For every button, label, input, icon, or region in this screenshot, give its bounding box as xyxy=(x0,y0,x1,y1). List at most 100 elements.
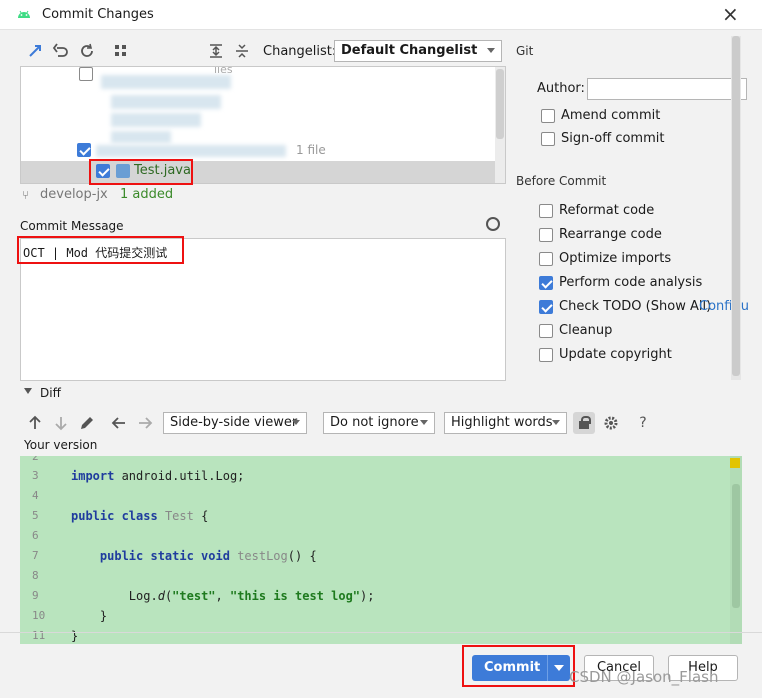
check-todo-checkbox[interactable] xyxy=(539,300,553,314)
sign-off-commit-label[interactable]: Sign-off commit xyxy=(561,131,664,146)
editor-scroll-thumb[interactable] xyxy=(732,484,740,608)
rearrange-code-checkbox[interactable] xyxy=(539,228,553,242)
configure-link[interactable]: Configu xyxy=(699,299,749,314)
line-number: 10 xyxy=(32,609,46,622)
highlight-box xyxy=(462,645,575,687)
optimize-imports-label[interactable]: Optimize imports xyxy=(559,251,671,266)
sign-off-commit-checkbox[interactable] xyxy=(541,132,555,146)
refresh-icon[interactable] xyxy=(78,42,96,60)
check-todo-label[interactable]: Check TODO (Show All) xyxy=(559,299,711,314)
viewer-value: Side-by-side viewer xyxy=(170,415,298,430)
help-icon[interactable]: ? xyxy=(634,414,652,432)
expand-all-icon[interactable] xyxy=(207,42,225,60)
added-count[interactable]: 1 added xyxy=(120,187,173,202)
blurred-item xyxy=(111,95,221,109)
arrow-right-icon[interactable] xyxy=(136,414,154,432)
line-number: 7 xyxy=(32,549,39,562)
chevron-down-icon xyxy=(420,420,428,425)
lock-icon[interactable] xyxy=(573,412,595,434)
group-checkbox[interactable] xyxy=(77,143,91,157)
highlight-select[interactable]: Highlight words xyxy=(444,412,567,434)
arrow-up-icon[interactable] xyxy=(26,414,44,432)
cleanup-checkbox[interactable] xyxy=(539,324,553,338)
editor-scrollbar[interactable] xyxy=(730,456,742,644)
line-number: 9 xyxy=(32,589,39,602)
line-number: 6 xyxy=(32,529,39,542)
code-line: import android.util.Log; xyxy=(71,469,245,483)
watermark: CSDN @Jason_Flash xyxy=(569,668,719,686)
viewer-select[interactable]: Side-by-side viewer xyxy=(163,412,307,434)
cleanup-label[interactable]: Cleanup xyxy=(559,323,612,338)
expand-icon[interactable] xyxy=(26,42,44,60)
branch-name: develop-jx xyxy=(40,187,108,202)
tree-scroll-thumb[interactable] xyxy=(496,69,504,139)
reformat-code-label[interactable]: Reformat code xyxy=(559,203,654,218)
changelist-select[interactable]: Default Changelist xyxy=(334,40,502,62)
reformat-code-checkbox[interactable] xyxy=(539,204,553,218)
your-version-label: Your version xyxy=(24,438,98,452)
code-line: } xyxy=(71,609,108,623)
rearrange-code-label[interactable]: Rearrange code xyxy=(559,227,662,242)
update-copyright-checkbox[interactable] xyxy=(539,348,553,362)
history-icon[interactable] xyxy=(486,217,500,231)
title-bar: Commit Changes × xyxy=(0,0,762,30)
collapse-all-icon[interactable] xyxy=(233,42,251,60)
arrow-down-icon[interactable] xyxy=(52,414,70,432)
line-number: 4 xyxy=(32,489,39,502)
blurred-item xyxy=(111,131,171,143)
line-number: 2 xyxy=(32,456,39,463)
ignore-select[interactable]: Do not ignore xyxy=(323,412,435,434)
close-icon[interactable]: × xyxy=(722,2,739,26)
perform-code-analysis-checkbox[interactable] xyxy=(539,276,553,290)
perform-code-analysis-label[interactable]: Perform code analysis xyxy=(559,275,702,290)
undo-icon[interactable] xyxy=(52,42,70,60)
blurred-item xyxy=(96,145,286,157)
tree-scrollbar[interactable] xyxy=(495,67,505,183)
highlight-box xyxy=(89,159,193,185)
highlight-value: Highlight words xyxy=(451,415,553,430)
gear-icon[interactable] xyxy=(602,414,620,432)
line-gutter: 2 3 4 5 6 7 8 9 10 11 xyxy=(20,456,60,644)
author-input[interactable] xyxy=(587,78,747,100)
diff-collapse-icon[interactable] xyxy=(24,388,32,394)
optimize-imports-checkbox[interactable] xyxy=(539,252,553,266)
changelist-label: Changelist: xyxy=(263,44,337,59)
divider xyxy=(0,632,762,633)
git-section-title: Git xyxy=(516,44,534,58)
amend-commit-label[interactable]: Amend commit xyxy=(561,108,660,123)
commit-message-label: Commit Message xyxy=(20,219,124,233)
diff-editor[interactable]: 2 3 4 5 6 7 8 9 10 11 import android.uti… xyxy=(20,456,742,644)
line-number: 11 xyxy=(32,629,46,642)
tree-files-suffix: iles xyxy=(214,66,233,76)
code-line: public class Test { xyxy=(71,509,209,523)
code-line: public static void testLog() { xyxy=(99,549,317,563)
options-scrollbar[interactable] xyxy=(731,36,741,380)
changelist-value: Default Changelist xyxy=(341,43,478,58)
before-commit-section-title: Before Commit xyxy=(516,174,607,188)
ignore-value: Do not ignore xyxy=(330,415,419,430)
chevron-down-icon xyxy=(552,420,560,425)
blurred-item xyxy=(111,113,201,127)
inspection-marker[interactable] xyxy=(730,458,740,468)
highlight-box xyxy=(17,236,184,264)
amend-commit-checkbox[interactable] xyxy=(541,109,555,123)
line-number: 8 xyxy=(32,569,39,582)
line-number: 3 xyxy=(32,469,39,482)
group-file-count: 1 file xyxy=(296,143,326,157)
diff-label[interactable]: Diff xyxy=(40,386,61,400)
code-line: Log.d("test", "this is test log"); xyxy=(71,589,375,603)
options-scroll-thumb[interactable] xyxy=(732,36,740,376)
chevron-down-icon xyxy=(487,48,495,53)
chevron-down-icon xyxy=(292,420,300,425)
group-icon[interactable] xyxy=(112,42,130,60)
arrow-left-icon[interactable] xyxy=(110,414,128,432)
update-copyright-label[interactable]: Update copyright xyxy=(559,347,672,362)
author-label: Author: xyxy=(537,81,585,96)
tree-item-checkbox[interactable] xyxy=(79,67,93,81)
blurred-item xyxy=(101,75,231,89)
line-number: 5 xyxy=(32,509,39,522)
edit-icon[interactable] xyxy=(78,414,96,432)
android-icon xyxy=(18,10,30,18)
branch-icon: ⑂ xyxy=(22,188,30,202)
window-title: Commit Changes xyxy=(42,7,154,22)
